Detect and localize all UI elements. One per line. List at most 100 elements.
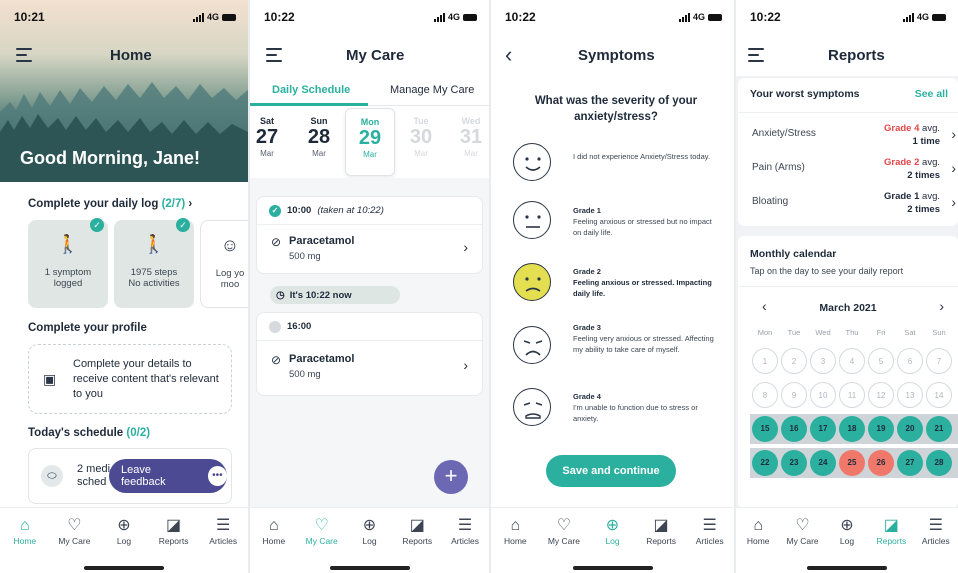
nav-articles[interactable]: ☰ Articles [443,516,487,573]
option-grade-2[interactable]: Grade 2 Feeling anxious or stressed. Imp… [573,266,718,299]
calendar-day[interactable]: 26 [868,450,894,476]
calendar-day[interactable]: 19 [868,416,894,442]
log-card-symptoms[interactable]: ✓ 🚶 1 symptom logged [28,218,108,308]
add-button[interactable]: + [434,460,468,494]
home-icon: ⌂ [753,517,764,534]
worried-face-icon-selected[interactable] [513,263,551,301]
symptom-row-anxiety[interactable]: Anxiety/Stress Grade 4 avg. 1 time › [752,122,958,152]
calendar-day[interactable]: 27 [897,450,923,476]
sad-face-icon[interactable] [513,326,551,364]
clock: 10:22 [750,10,781,24]
nav-log[interactable]: ⊕ Log [347,516,391,573]
calendar-day[interactable]: 1 [752,348,778,374]
calendar-day[interactable]: 22 [752,450,778,476]
neutral-face-icon[interactable] [513,201,551,239]
nav-articles[interactable]: ☰ Articles [688,516,732,573]
calendar-day[interactable]: 24 [810,450,836,476]
option-grade-1[interactable]: Grade 1 Feeling anxious or stressed but … [573,205,718,238]
nav-my-care[interactable]: ♡ My Care [52,516,96,573]
calendar-day[interactable]: 13 [897,382,923,408]
monthly-calendar-subtitle: Tap on the day to see your daily report [750,266,904,276]
option-grade-3[interactable]: Grade 3 Feeling very anxious or stressed… [573,322,718,355]
smile-face-icon[interactable] [513,143,551,181]
calendar-day[interactable]: 18 [839,416,865,442]
calendar-day[interactable]: 12 [868,382,894,408]
menu-icon[interactable] [266,48,282,66]
log-card-mood[interactable]: ☺ Log yo moo [200,220,248,308]
current-time-marker: ◷ It's 10:22 now [270,286,400,304]
calendar-day[interactable]: 4 [839,348,865,374]
daily-log-heading[interactable]: Complete your daily log (2/7) › [28,198,192,210]
see-all-link[interactable]: See all [915,88,948,100]
nav-home[interactable]: ⌂ Home [252,516,296,573]
calendar-day[interactable]: 25 [839,450,865,476]
nav-label: Home [262,536,286,546]
calendar-day[interactable]: 7 [926,348,952,374]
day-name: Wed [461,116,481,126]
home-icon: ⌂ [19,517,30,534]
calendar-day[interactable]: 17 [810,416,836,442]
document-icon: ☰ [216,517,231,534]
calendar-day[interactable]: 11 [839,382,865,408]
calendar-day[interactable]: 10 [810,382,836,408]
calendar-day[interactable]: 2 [781,348,807,374]
tab-manage-my-care[interactable]: Manage My Care [390,84,474,96]
calendar-day[interactable]: 6 [897,348,923,374]
nav-label: Reports [646,536,676,546]
tab-daily-schedule[interactable]: Daily Schedule [272,84,350,96]
nav-my-care[interactable]: ♡ My Care [300,516,344,573]
chevron-right-icon[interactable]: › [939,298,944,314]
calendar-day[interactable]: 28 [926,450,952,476]
menu-icon[interactable] [16,48,32,66]
profile-prompt-card[interactable]: ▣ Complete your details to receive conte… [28,344,232,414]
nav-my-care[interactable]: ♡ My Care [781,516,825,573]
calendar-day[interactable]: 16 [781,416,807,442]
nav-log[interactable]: ⊕ Log [825,516,869,573]
nav-log[interactable]: ⊕ Log [102,516,146,573]
nav-home[interactable]: ⌂ Home [736,516,780,573]
nav-log[interactable]: ⊕ Log [590,516,634,573]
day-wed[interactable]: Wed 31 Mar [446,108,489,158]
save-and-continue-button[interactable]: Save and continue [546,455,676,487]
nav-label: Articles [695,536,724,546]
distressed-face-icon[interactable] [513,388,551,426]
med-row-paracetamol[interactable]: ⊘ Paracetamol 500 mg › [257,343,482,393]
network-label: 4G [206,12,219,22]
calendar-day[interactable]: 9 [781,382,807,408]
symptom-row-bloating[interactable]: Bloating Grade 1 avg. 2 times › [752,190,958,220]
nav-reports[interactable]: ◪ Reports [395,516,439,573]
calendar-day[interactable]: 3 [810,348,836,374]
nav-reports[interactable]: ◪ Reports [152,516,196,573]
nav-reports[interactable]: ◪ Reports [639,516,683,573]
day-tue[interactable]: Tue 30 Mar [396,108,446,158]
day-sun[interactable]: Sun 28 Mar [294,108,344,158]
log-card-steps[interactable]: ✓ 🚶 1975 steps No activities [114,218,194,308]
calendar-day[interactable]: 5 [868,348,894,374]
calendar-day[interactable]: 21 [926,416,952,442]
med-row-paracetamol[interactable]: ⊘ Paracetamol 500 mg › [257,225,482,275]
day-sat[interactable]: Sat 27 Mar [250,108,292,158]
calendar-day[interactable]: 20 [897,416,923,442]
nav-articles[interactable]: ☰ Articles [914,516,958,573]
nav-home[interactable]: ⌂ Home [493,516,537,573]
nav-label: Home [13,536,37,546]
day-mon-selected[interactable]: Mon 29 Mar [345,108,395,176]
option-none[interactable]: I did not experience Anxiety/Stress toda… [573,151,718,162]
calendar-day[interactable]: 23 [781,450,807,476]
calendar-day[interactable]: 8 [752,382,778,408]
option-grade-4[interactable]: Grade 4 I'm unable to function due to st… [573,391,718,424]
nav-home[interactable]: ⌂ Home [3,516,47,573]
menu-icon[interactable] [748,48,764,66]
leave-feedback-button[interactable]: Leave feedback ••• [109,459,227,493]
weekday-label: Sun [932,328,946,337]
calendar-day[interactable]: 14 [926,382,952,408]
current-time-label: It's 10:22 now [289,289,352,301]
day-number: 27 [255,126,279,148]
back-arrow-icon[interactable]: ‹ [505,42,512,68]
severity-question: What was the severity of your anxiety/st… [534,95,698,123]
calendar-day[interactable]: 15 [752,416,778,442]
nav-articles[interactable]: ☰ Articles [201,516,245,573]
symptom-row-pain[interactable]: Pain (Arms) Grade 2 avg. 2 times › [752,156,958,186]
nav-reports[interactable]: ◪ Reports [869,516,913,573]
nav-my-care[interactable]: ♡ My Care [542,516,586,573]
